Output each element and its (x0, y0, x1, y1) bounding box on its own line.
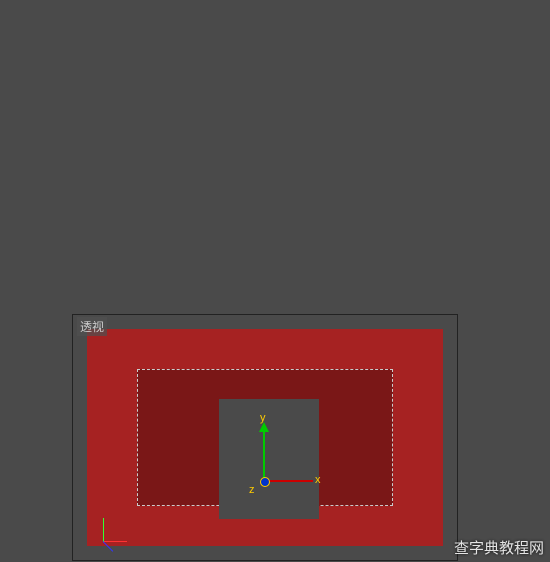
gizmo-z-label: z (249, 484, 255, 496)
mini-axis-icon (103, 512, 133, 542)
gizmo-y-label: y (260, 412, 266, 424)
viewport-area: 前 y 透视 (0, 70, 458, 562)
room-geometry (87, 329, 443, 546)
viewport-perspective[interactable]: 透视 y x z (72, 314, 458, 561)
viewport-left-bottom[interactable] (0, 314, 72, 561)
gizmo-x-label: x (315, 474, 321, 486)
viewport-persp-label: 透视 (77, 317, 107, 336)
